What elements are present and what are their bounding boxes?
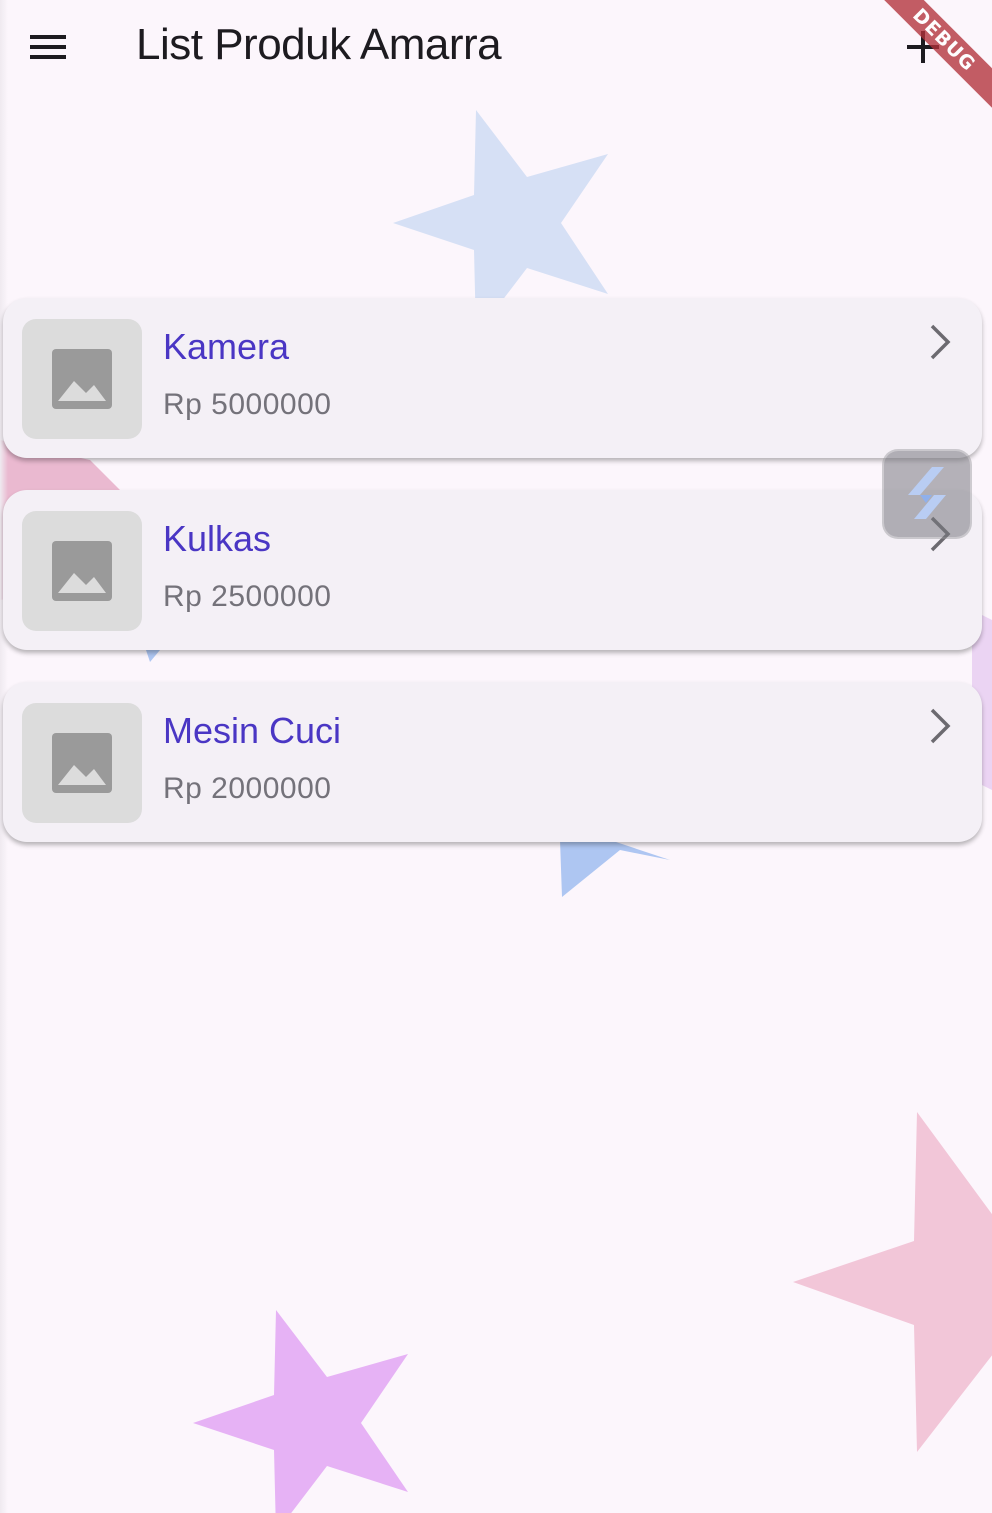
add-icon[interactable]: [898, 22, 948, 72]
flutter-inspector-button[interactable]: [884, 451, 970, 537]
chevron-right-icon[interactable]: [926, 322, 956, 362]
product-list: Kamera Rp 5000000 Kulkas Rp 2500000 Mesi…: [3, 298, 982, 874]
chevron-right-icon[interactable]: [926, 706, 956, 746]
product-card[interactable]: Kulkas Rp 2500000: [3, 490, 982, 650]
flutter-inspector-icon: [908, 467, 946, 519]
product-name: Kulkas: [163, 518, 272, 559]
product-price: Rp 2500000: [163, 580, 332, 613]
product-price: Rp 5000000: [163, 388, 332, 421]
image-placeholder-icon: [22, 703, 142, 823]
product-name: Kamera: [163, 326, 290, 367]
image-placeholder-icon: [22, 511, 142, 631]
image-placeholder-icon: [22, 319, 142, 439]
product-card[interactable]: Mesin Cuci Rp 2000000: [3, 682, 982, 842]
page-title: List Produk Amarra: [136, 20, 502, 69]
app-bar: List Produk Amarra: [0, 0, 992, 96]
star-shape: [193, 1310, 408, 1513]
product-card[interactable]: Kamera Rp 5000000: [3, 298, 982, 458]
product-price: Rp 2000000: [163, 772, 332, 805]
menu-icon[interactable]: [18, 22, 78, 72]
star-shape: [793, 1112, 992, 1452]
product-name: Mesin Cuci: [163, 710, 342, 751]
